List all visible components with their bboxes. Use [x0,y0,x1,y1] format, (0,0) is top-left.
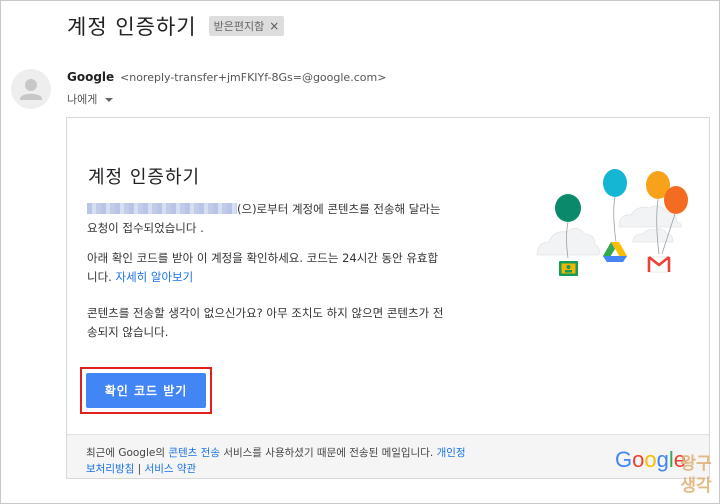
terms-of-service-link[interactable]: 서비스 약관 [145,463,197,475]
watermark: 왕구 생각 [671,453,720,504]
sender-row: Google <noreply-transfer+jmFKIYf-8Gs=@go… [67,70,386,84]
balloon-gmail-icon [664,186,688,214]
redacted-email [87,203,237,214]
footer-text-start: 최근에 Google의 [86,447,169,459]
card-title: 계정 인증하기 [88,167,201,188]
request-paragraph: (으)로부터 계정에 콘텐츠를 전송해 달라는 요청이 접수되었습니다 . [87,200,447,238]
watermark-line: 왕구 [680,454,712,474]
verify-paragraph: 아래 확인 코드를 받아 이 계정을 확인하세요. 코드는 24시간 동안 유효… [87,249,447,287]
email-frame: 계정 인증하기 받은편지함 × Google <noreply-transfer… [0,0,720,504]
logo-letter: o [644,447,657,472]
subject-row: 계정 인증하기 받은편지함 × [67,11,285,41]
email-subject: 계정 인증하기 [67,15,197,39]
card-footer: 최근에 Google의 콘텐츠 전송 서비스를 사용하셨기 때문에 전송된 메일… [67,434,709,478]
inbox-label-chip[interactable]: 받은편지함 × [208,16,285,36]
recipient-label: 나에게 [67,93,98,106]
remove-label-icon[interactable]: × [269,19,279,33]
recipient-dropdown[interactable]: 나에게 [67,91,114,107]
sender-name[interactable]: Google [67,70,114,84]
watermark-line: 생각 [680,476,712,496]
caret-down-icon[interactable] [105,97,114,102]
footer-text-middle: 서비스를 사용하셨기 때문에 전송된 메일입니다. [219,447,437,459]
get-verification-code-button[interactable]: 확인 코드 받기 [86,373,206,408]
footer-text: 최근에 Google의 콘텐츠 전송 서비스를 사용하셨기 때문에 전송된 메일… [86,445,466,477]
balloons-illustration [536,169,688,276]
content-transfer-link[interactable]: 콘텐츠 전송 [168,447,220,459]
logo-letter: o [632,447,645,472]
sender-email: <noreply-transfer+jmFKIYf-8Gs=@google.co… [120,71,387,84]
person-icon [20,79,42,100]
logo-letter: g [656,447,669,472]
footer-separator: | [134,463,145,475]
balloon-classroom-icon [555,194,581,222]
email-card: 계정 인증하기 (으)로부터 계정에 콘텐츠를 전송해 달라는 요청이 접수되었… [66,117,710,479]
inbox-label-text: 받은편지함 [213,20,265,33]
no-action-paragraph: 콘텐츠를 전송할 생각이 없으신가요? 아무 조치도 하지 않으면 콘텐츠가 전… [87,306,444,339]
logo-letter: G [615,447,633,472]
learn-more-link[interactable]: 자세히 알아보기 [115,270,193,284]
sender-avatar [11,69,51,109]
balloon-drive-icon [603,169,627,197]
